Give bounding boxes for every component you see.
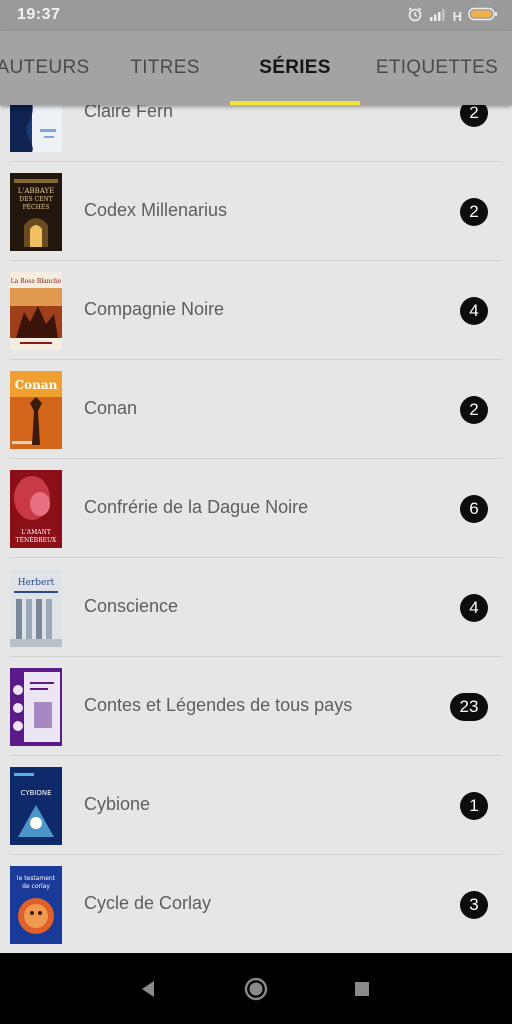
svg-text:Herbert: Herbert [18, 578, 55, 588]
book-cover: Herbert [10, 569, 62, 647]
list-item[interactable]: le testament de corlay Cycle de Corlay 3 [0, 855, 512, 953]
series-list[interactable]: Claire Fern 2 L'ABBAYE DES CENT PÉCHÉS C… [0, 63, 512, 953]
svg-text:L'ABBAYE: L'ABBAYE [18, 187, 54, 195]
series-name: Conscience [84, 596, 179, 616]
book-cover: L'ABBAYE DES CENT PÉCHÉS [10, 173, 62, 251]
count-badge: 4 [460, 297, 488, 325]
tab-bar: AUTEURS TITRES SÉRIES ETIQUETTES [0, 31, 512, 105]
list-item[interactable]: Conan Conan 2 [0, 360, 512, 459]
count-badge: 1 [460, 792, 488, 820]
battery-icon [468, 7, 498, 26]
svg-text:L'AMANT: L'AMANT [21, 529, 51, 536]
list-item[interactable]: Herbert Conscience 4 [0, 558, 512, 657]
svg-text:de corlay: de corlay [22, 883, 50, 890]
status-bar: 19:37 H [0, 0, 512, 31]
count-badge: 3 [460, 891, 488, 919]
count-badge: 2 [460, 198, 488, 226]
series-name: Cycle de Corlay [84, 893, 212, 913]
network-type-label: H [452, 8, 462, 24]
alarm-icon [407, 6, 423, 27]
series-name: Contes et Légendes de tous pays [84, 695, 353, 715]
tab-series[interactable]: SÉRIES [230, 31, 360, 105]
series-name: Cybione [84, 794, 151, 814]
list-item[interactable]: L'AMANT TÉNÉBREUX Confrérie de la Dague … [0, 459, 512, 558]
signal-icon [429, 7, 447, 26]
svg-text:La Rose Blanche: La Rose Blanche [11, 278, 62, 285]
count-badge: 23 [450, 693, 488, 721]
list-item[interactable]: CYBIONE Cybione 1 [0, 756, 512, 855]
count-badge: 4 [460, 594, 488, 622]
recent-apps-icon[interactable] [348, 975, 376, 1003]
active-tab-indicator [230, 101, 360, 105]
book-cover: le testament de corlay [10, 866, 62, 944]
tab-etiquettes[interactable]: ETIQUETTES [362, 31, 512, 105]
svg-text:TÉNÉBREUX: TÉNÉBREUX [16, 536, 57, 544]
book-cover [10, 668, 62, 746]
svg-text:CYBIONE: CYBIONE [20, 789, 51, 797]
book-cover: CYBIONE [10, 767, 62, 845]
navigation-bar [0, 953, 512, 1024]
book-cover: Conan [10, 371, 62, 449]
svg-text:DES CENT: DES CENT [19, 196, 52, 203]
series-name: Codex Millenarius [84, 200, 228, 220]
tab-titres[interactable]: TITRES [100, 31, 230, 105]
series-name: Confrérie de la Dague Noire [84, 497, 309, 517]
svg-text:PÉCHÉS: PÉCHÉS [23, 203, 50, 211]
app-screen: Claire Fern 2 L'ABBAYE DES CENT PÉCHÉS C… [0, 0, 512, 1024]
series-name: Compagnie Noire [84, 299, 225, 319]
home-icon[interactable] [242, 975, 270, 1003]
book-cover: La Rose Blanche [10, 272, 62, 350]
status-icons: H [407, 6, 498, 27]
list-item[interactable]: La Rose Blanche Compagnie Noire 4 [0, 261, 512, 360]
back-icon[interactable] [134, 975, 162, 1003]
count-badge: 6 [460, 495, 488, 523]
svg-text:Conan: Conan [15, 378, 58, 392]
series-name: Conan [84, 398, 138, 418]
book-cover: L'AMANT TÉNÉBREUX [10, 470, 62, 548]
list-item[interactable]: Contes et Légendes de tous pays 23 [0, 657, 512, 756]
svg-text:le testament: le testament [17, 875, 56, 882]
count-badge: 2 [460, 396, 488, 424]
status-time: 19:37 [17, 6, 61, 23]
list-item[interactable]: L'ABBAYE DES CENT PÉCHÉS Codex Millenari… [0, 162, 512, 261]
